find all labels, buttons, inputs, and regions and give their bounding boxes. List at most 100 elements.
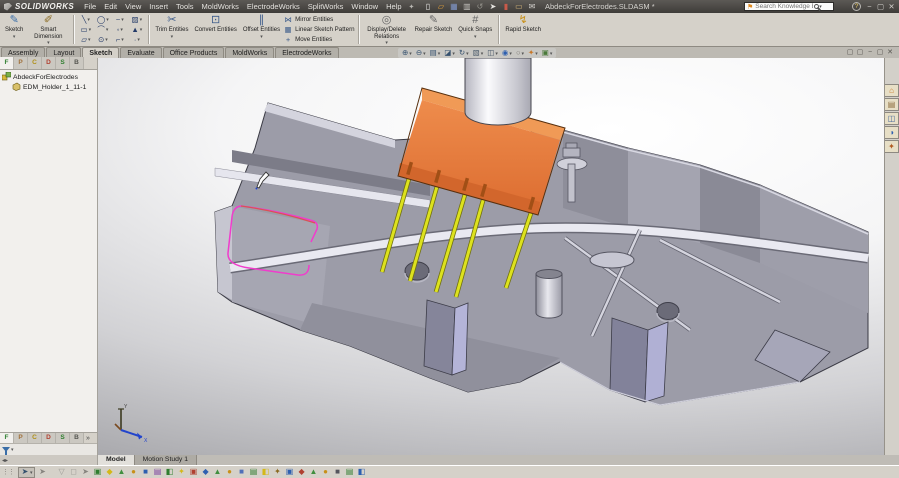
model-tab[interactable]: Model — [98, 455, 135, 465]
smart-dimension-dropdown-icon[interactable]: ▾ — [47, 41, 50, 45]
dimxpert-tab-icon[interactable]: D — [42, 57, 56, 69]
tool-icon[interactable]: ▣ — [284, 466, 296, 478]
sketch-entity-tool[interactable]: ▱▾ — [77, 35, 94, 44]
tool-icon[interactable]: ◆ — [104, 466, 116, 478]
section-view-icon[interactable]: ◪▾ — [442, 48, 457, 58]
sketch-entity-tool[interactable]: ▲▾ — [128, 24, 145, 35]
selection-tool-button[interactable]: ➤▾ — [18, 467, 35, 478]
dimxpert-tab-icon[interactable]: D — [42, 433, 56, 443]
sketch-entity-tool[interactable]: ◦▾ — [111, 24, 128, 35]
display-style-icon[interactable]: ◫▾ — [485, 48, 500, 58]
open-folder-icon[interactable]: ▱ — [434, 0, 447, 13]
tool-icon[interactable]: ✦ — [176, 466, 188, 478]
sketch-entity-tool[interactable]: ▭▾ — [77, 24, 94, 35]
previous-view-icon[interactable]: ▤▾ — [428, 48, 443, 58]
tool-icon[interactable]: ▲ — [308, 466, 320, 478]
entity-dropdown-icon[interactable]: ▾ — [105, 38, 108, 42]
lifter-block[interactable] — [610, 318, 668, 402]
menu-item[interactable]: Tools — [172, 2, 198, 11]
entity-dropdown-icon[interactable]: ▾ — [106, 18, 109, 22]
menu-item[interactable]: ElectrodeWorks — [243, 2, 304, 11]
doc-close-button[interactable]: ✕ — [885, 48, 895, 58]
tool-icon[interactable]: ■ — [140, 466, 152, 478]
lifter-block[interactable] — [424, 300, 468, 375]
cylindrical-boss[interactable] — [590, 252, 634, 268]
sketch-entity-tool[interactable]: ⊙▾ — [94, 35, 111, 44]
entity-dropdown-icon[interactable]: ▾ — [137, 38, 140, 42]
edit-appearance-icon[interactable]: ○▾ — [514, 48, 526, 58]
sw-resources-icon[interactable]: ⌂ — [885, 84, 899, 97]
close-button[interactable]: ✕ — [886, 0, 897, 13]
entity-dropdown-icon[interactable]: ▾ — [87, 18, 90, 22]
minimize-button[interactable]: − — [864, 0, 875, 13]
custom-tab-icon[interactable]: B — [70, 57, 84, 69]
entity-dropdown-icon[interactable]: ▾ — [89, 28, 92, 32]
doc-tile-icon[interactable]: ▢ — [845, 48, 855, 58]
core-pin-cylinder[interactable] — [536, 274, 562, 318]
sketch-entity-tool[interactable]: ◯▾ — [94, 15, 111, 24]
new-document-icon[interactable]: ▯ — [421, 0, 434, 13]
doc-cascade-icon[interactable]: ▢ — [855, 48, 865, 58]
bore-hole[interactable] — [657, 303, 679, 320]
menu-item[interactable]: SplitWorks — [304, 2, 348, 11]
tool-icon[interactable]: ◻ — [68, 466, 80, 478]
custom-tab-icon[interactable]: B — [70, 433, 84, 443]
file-explorer-icon[interactable]: ◫ — [885, 112, 899, 125]
apply-scene-icon[interactable]: ✦▾ — [526, 48, 540, 58]
menu-item[interactable]: Insert — [145, 2, 172, 11]
rapid-sketch-button[interactable]: ↯ Rapid Sketch — [502, 13, 544, 46]
menu-pin-icon[interactable]: ✦ — [406, 3, 418, 11]
tree-filter-row[interactable]: ▾ — [0, 443, 97, 455]
tool-icon[interactable]: ▤ — [248, 466, 260, 478]
tree-root-item[interactable]: AbdeckForElectrodes — [2, 72, 97, 82]
sketch-button[interactable]: ✎ Sketch ▾ — [2, 13, 26, 46]
tool-icon[interactable]: ▲ — [116, 466, 128, 478]
hide-show-items-icon[interactable]: ◉▾ — [500, 48, 514, 58]
displaymanager-tab-icon[interactable]: S — [56, 57, 70, 69]
featuremanager-tab-icon[interactable]: F — [0, 433, 14, 443]
spindle-cylinder[interactable] — [465, 58, 531, 125]
trim-entities-button[interactable]: ✂ Trim Entities ▾ — [152, 13, 191, 46]
sketch-entity-tool[interactable]: ▨▾ — [128, 15, 145, 24]
tool-icon[interactable]: ■ — [236, 466, 248, 478]
tool-icon[interactable]: ▤ — [344, 466, 356, 478]
quick-snaps-button[interactable]: # Quick Snaps ▾ — [455, 13, 495, 46]
menu-item[interactable]: File — [80, 2, 100, 11]
tool-icon[interactable]: ▽ — [56, 466, 68, 478]
tool-icon[interactable]: ➤ — [80, 466, 92, 478]
tool-icon[interactable]: ◧ — [164, 466, 176, 478]
move-entities-button[interactable]: +Move Entities — [283, 35, 355, 45]
sketch-entity-tool[interactable]: ~▾ — [111, 15, 128, 24]
featuremanager-tab-icon[interactable]: F — [0, 57, 14, 69]
repair-sketch-button[interactable]: ✎ Repair Sketch — [412, 13, 456, 46]
doc-minimize-button[interactable]: − — [865, 48, 875, 58]
sketch-dropdown-icon[interactable]: ▾ — [13, 35, 16, 39]
options-icon[interactable]: ▮ — [499, 0, 512, 13]
search-icon[interactable] — [814, 4, 819, 9]
print-icon[interactable]: ▥ — [460, 0, 473, 13]
pointer-tool-icon[interactable]: ➤ — [37, 466, 49, 478]
doc-restore-button[interactable]: ▢ — [875, 48, 885, 58]
search-pane-icon[interactable]: ◑ — [885, 126, 899, 139]
entity-dropdown-icon[interactable]: ▾ — [140, 18, 143, 22]
tool-icon[interactable]: ▲ — [212, 466, 224, 478]
tree-child-item[interactable]: EDM_Holder_1_11-1 — [2, 82, 97, 92]
search-input[interactable] — [755, 3, 813, 10]
design-library-icon[interactable]: ▤ — [885, 98, 899, 111]
tool-icon[interactable]: ◆ — [296, 466, 308, 478]
entity-dropdown-icon[interactable]: ▾ — [120, 28, 123, 32]
display-delete-relations-button[interactable]: ◎ Display/Delete Relations ▾ — [362, 13, 412, 46]
menu-item[interactable]: Edit — [100, 2, 121, 11]
menu-item[interactable]: MoldWorks — [198, 2, 243, 11]
motion-study-tab[interactable]: Motion Study 1 — [135, 455, 197, 465]
offset-entities-button[interactable]: ∥ Offset Entities ▾ — [240, 13, 283, 46]
tab-sketch[interactable]: Sketch — [82, 47, 119, 58]
sketch-entity-tool[interactable]: ╲▾ — [77, 15, 94, 24]
appearance-icon[interactable]: ▭ — [512, 0, 525, 13]
tool-icon[interactable]: ● — [224, 466, 236, 478]
smart-dimension-button[interactable]: ✐ Smart Dimension ▾ — [26, 13, 70, 46]
tab-evaluate[interactable]: Evaluate — [120, 47, 161, 58]
tab-office-products[interactable]: Office Products — [163, 47, 225, 58]
sketch-entity-tool[interactable]: ⌒▾ — [94, 24, 111, 35]
mirror-entities-button[interactable]: ⋈Mirror Entities — [283, 15, 355, 25]
